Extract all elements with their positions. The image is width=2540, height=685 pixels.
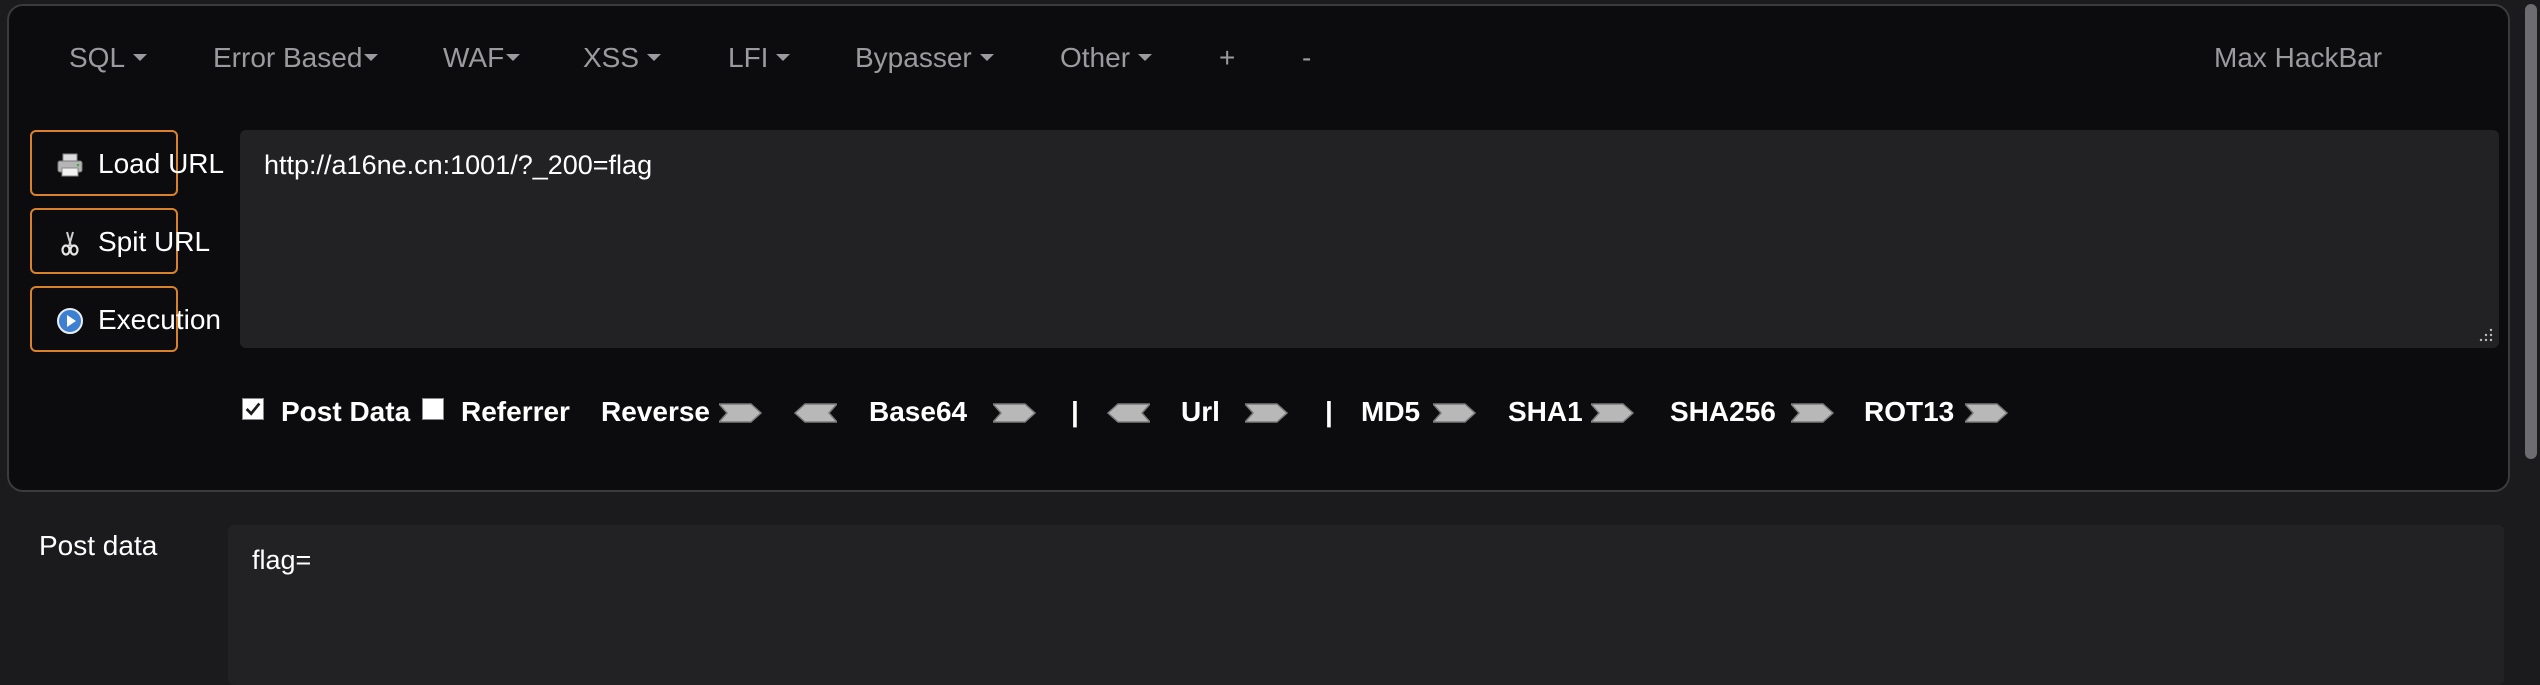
url-encode-button[interactable]: Url: [1181, 396, 1220, 428]
load-url-label: Load URL: [98, 148, 225, 179]
hackbar-panel: SQL Error Based WAF XSS LFI Bypasser Oth…: [7, 4, 2510, 492]
arrow-left-icon[interactable]: [1106, 400, 1150, 426]
chevron-down-icon: [979, 54, 994, 62]
arrow-right-icon[interactable]: [1433, 400, 1477, 426]
menu-sql-label: SQL: [69, 42, 126, 73]
menu-bypasser-label: Bypasser: [855, 42, 972, 73]
md5-button[interactable]: MD5: [1361, 396, 1420, 428]
post-data-label: Post Data: [281, 396, 411, 427]
arrow-right-icon[interactable]: [1591, 400, 1635, 426]
menu-error-based-label: Error Based: [213, 42, 363, 73]
play-circle-icon: [57, 308, 83, 334]
menu-xss[interactable]: XSS: [583, 42, 662, 74]
post-data-checkbox[interactable]: [242, 398, 264, 420]
url-value: http://a16ne.cn:1001/?_200=flag: [264, 150, 653, 180]
menu-waf[interactable]: WAF: [443, 42, 521, 74]
arrow-right-icon[interactable]: [993, 400, 1037, 426]
url-input[interactable]: http://a16ne.cn:1001/?_200=flag: [240, 130, 2499, 348]
menu-bypasser[interactable]: Bypasser: [855, 42, 994, 74]
rot13-button[interactable]: ROT13: [1864, 396, 1954, 428]
menu-plus[interactable]: +: [1219, 42, 1235, 74]
chevron-down-icon: [647, 54, 662, 62]
execution-button[interactable]: Execution: [30, 286, 221, 352]
menu-lfi[interactable]: LFI: [728, 42, 791, 74]
separator: |: [1071, 396, 1079, 427]
chevron-down-icon: [364, 54, 379, 62]
base64-button[interactable]: Base64: [869, 396, 967, 428]
referrer-label: Referrer: [461, 396, 570, 427]
arrow-right-icon[interactable]: [1965, 400, 2009, 426]
chevron-down-icon: [506, 54, 521, 62]
menu-other[interactable]: Other: [1060, 42, 1153, 74]
menu-bar: SQL Error Based WAF XSS LFI Bypasser Oth…: [9, 6, 2508, 106]
arrow-left-icon[interactable]: [793, 400, 837, 426]
printer-icon: [57, 153, 83, 177]
arrow-right-icon[interactable]: [1791, 400, 1835, 426]
menu-other-label: Other: [1060, 42, 1131, 73]
split-url-button[interactable]: Spit URL: [30, 208, 210, 274]
scrollbar[interactable]: [2522, 0, 2540, 668]
chevron-down-icon: [1138, 54, 1153, 62]
scissors-icon: [61, 231, 79, 256]
separator: |: [1325, 396, 1333, 427]
load-url-button[interactable]: Load URL: [30, 130, 224, 196]
brand-title: Max HackBar: [2214, 42, 2383, 73]
menu-waf-label: WAF: [443, 42, 505, 73]
scrollbar-thumb[interactable]: [2525, 4, 2537, 459]
menu-minus[interactable]: -: [1302, 42, 1311, 74]
execution-label: Execution: [98, 304, 221, 335]
referrer-checkbox[interactable]: [422, 398, 444, 420]
menu-sql[interactable]: SQL: [69, 42, 148, 74]
reverse-button[interactable]: Reverse: [601, 396, 710, 428]
arrow-right-icon[interactable]: [1245, 400, 1289, 426]
resize-handle-icon[interactable]: [2479, 328, 2493, 342]
arrow-right-icon[interactable]: [719, 400, 763, 426]
post-data-section-label: Post data: [39, 530, 158, 561]
menu-xss-label: XSS: [583, 42, 640, 73]
sha256-button[interactable]: SHA256: [1670, 396, 1776, 428]
chevron-down-icon: [776, 54, 791, 62]
post-data-value: flag=: [252, 545, 312, 575]
sha1-button[interactable]: SHA1: [1508, 396, 1583, 428]
menu-error-based[interactable]: Error Based: [213, 42, 379, 74]
chevron-down-icon: [133, 54, 148, 62]
encoding-toolbar: Post Data Referrer Reverse Base64 | Url …: [9, 396, 2508, 436]
split-url-label: Spit URL: [98, 226, 211, 257]
menu-lfi-label: LFI: [728, 42, 769, 73]
post-data-input[interactable]: flag=: [228, 525, 2504, 685]
